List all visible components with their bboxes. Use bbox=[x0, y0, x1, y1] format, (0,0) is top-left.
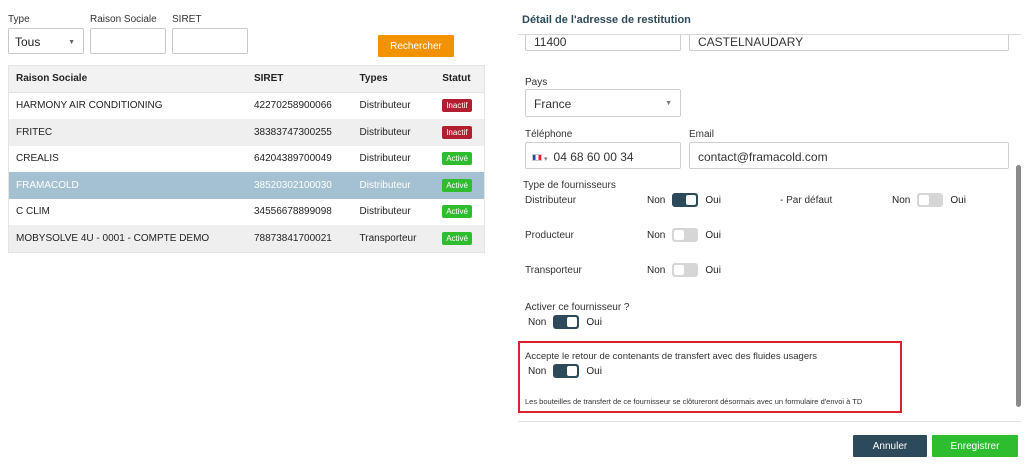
cell-type: Distributeur bbox=[359, 206, 411, 218]
raison-sociale-filter-label: Raison Sociale bbox=[90, 14, 157, 25]
producteur-label: Producteur bbox=[525, 230, 574, 241]
par-defaut-toggle-group: Non Oui bbox=[892, 192, 966, 208]
cell-siret: 78873841700021 bbox=[253, 232, 332, 244]
suppliers-table: Raison Sociale SIRET Types Statut HARMON… bbox=[8, 65, 485, 253]
city-field[interactable]: CASTELNAUDARY bbox=[689, 35, 1009, 51]
telephone-field[interactable]: ▾ 04 68 60 00 34 bbox=[525, 142, 681, 169]
pays-value: France bbox=[534, 97, 572, 111]
cell-siret: 42270258900066 bbox=[253, 100, 332, 112]
cell-type: Distributeur bbox=[359, 179, 411, 191]
column-header-statut[interactable]: Statut bbox=[434, 73, 484, 84]
cell-raison-sociale: CREALIS bbox=[16, 153, 59, 165]
telephone-label: Téléphone bbox=[525, 129, 573, 140]
transporteur-label: Transporteur bbox=[525, 265, 582, 276]
telephone-value: 04 68 60 00 34 bbox=[553, 150, 634, 164]
siret-filter-label: SIRET bbox=[172, 14, 202, 25]
status-badge: Activé bbox=[442, 205, 472, 219]
column-header-siret[interactable]: SIRET bbox=[247, 73, 353, 84]
cell-siret: 38520302100030 bbox=[253, 179, 332, 191]
type-filter-value: Tous bbox=[15, 35, 41, 49]
pays-label: Pays bbox=[525, 77, 548, 88]
distributeur-label: Distributeur bbox=[525, 195, 577, 206]
pays-select[interactable]: France ▼ bbox=[525, 89, 681, 117]
toggle-oui-label: Oui bbox=[586, 316, 602, 328]
supplier-type-label: Type de fournisseurs bbox=[523, 180, 616, 191]
filters-bar: Type Tous ▼ Raison Sociale SIRET Recherc… bbox=[8, 14, 488, 57]
activate-supplier-toggle[interactable] bbox=[553, 315, 580, 329]
table-row[interactable]: FRITEC 38383747300255 Distributeur Inact… bbox=[9, 119, 484, 146]
cell-type: Distributeur bbox=[359, 126, 411, 138]
cell-siret: 34556678899098 bbox=[253, 206, 332, 218]
toggle-non-label: Non bbox=[647, 264, 666, 276]
raison-sociale-filter-input[interactable] bbox=[90, 28, 166, 54]
panel-bottom-divider bbox=[518, 421, 1021, 422]
table-row[interactable]: C CLIM 34556678899098 Distributeur Activ… bbox=[9, 198, 484, 225]
toggle-oui-label: Oui bbox=[705, 194, 721, 206]
panel-title: Détail de l'adresse de restitution bbox=[522, 14, 691, 26]
status-badge: Inactif bbox=[442, 99, 472, 113]
email-value: contact@framacold.com bbox=[698, 150, 828, 164]
table-row[interactable]: CREALIS 64204389700049 Distributeur Acti… bbox=[9, 145, 484, 172]
table-header-row: Raison Sociale SIRET Types Statut bbox=[9, 66, 484, 93]
cell-raison-sociale: C CLIM bbox=[16, 206, 50, 218]
cell-type: Distributeur bbox=[359, 153, 411, 165]
par-defaut-toggle[interactable] bbox=[917, 193, 944, 207]
chevron-down-icon: ▾ bbox=[544, 156, 548, 163]
toggle-oui-label: Oui bbox=[950, 194, 966, 206]
cell-raison-sociale: FRITEC bbox=[16, 126, 53, 138]
postal-code-value: 11400 bbox=[534, 35, 567, 49]
distributeur-toggle[interactable] bbox=[672, 193, 699, 207]
toggle-oui-label: Oui bbox=[705, 229, 721, 241]
highlight-box bbox=[518, 341, 902, 413]
postal-code-field[interactable]: 11400 bbox=[525, 35, 681, 51]
transporteur-toggle-group: Non Oui bbox=[647, 262, 721, 278]
producteur-toggle[interactable] bbox=[672, 228, 699, 242]
france-flag-icon[interactable] bbox=[532, 154, 542, 162]
cell-raison-sociale: FRAMACOLD bbox=[16, 179, 79, 191]
toggle-non-label: Non bbox=[892, 194, 911, 206]
cell-type: Transporteur bbox=[359, 232, 417, 244]
chevron-down-icon: ▼ bbox=[68, 39, 75, 46]
toggle-non-label: Non bbox=[647, 229, 666, 241]
cell-type: Distributeur bbox=[359, 100, 411, 112]
table-row-selected[interactable]: FRAMACOLD 38520302100030 Distributeur Ac… bbox=[9, 172, 484, 199]
table-row[interactable]: HARMONY AIR CONDITIONING 42270258900066 … bbox=[9, 92, 484, 119]
city-value: CASTELNAUDARY bbox=[698, 35, 804, 49]
transporteur-toggle[interactable] bbox=[672, 263, 699, 277]
email-field[interactable]: contact@framacold.com bbox=[689, 142, 1009, 169]
chevron-down-icon: ▼ bbox=[665, 100, 672, 107]
siret-filter-input[interactable] bbox=[172, 28, 248, 54]
distributeur-toggle-group: Non Oui bbox=[647, 192, 721, 208]
cell-raison-sociale: HARMONY AIR CONDITIONING bbox=[16, 100, 163, 112]
cancel-button[interactable]: Annuler bbox=[853, 435, 927, 457]
par-defaut-label: - Par défaut bbox=[780, 195, 833, 206]
cell-raison-sociale: MOBYSOLVE 4U - 0001 - COMPTE DEMO bbox=[16, 232, 210, 244]
activate-supplier-label: Activer ce fournisseur ? bbox=[525, 302, 630, 313]
activate-toggle-group: Non Oui bbox=[528, 314, 602, 330]
panel-scrollbar[interactable] bbox=[1016, 165, 1021, 407]
save-button[interactable]: Enregistrer bbox=[932, 435, 1018, 457]
column-header-types[interactable]: Types bbox=[353, 73, 435, 84]
producteur-toggle-group: Non Oui bbox=[647, 227, 721, 243]
column-header-raison-sociale[interactable]: Raison Sociale bbox=[9, 73, 247, 84]
table-row[interactable]: MOBYSOLVE 4U - 0001 - COMPTE DEMO 788738… bbox=[9, 225, 484, 252]
status-badge: Activé bbox=[442, 152, 472, 166]
status-badge: Activé bbox=[442, 178, 472, 192]
toggle-oui-label: Oui bbox=[705, 264, 721, 276]
status-badge: Activé bbox=[442, 231, 472, 245]
type-filter-label: Type bbox=[8, 14, 30, 25]
toggle-non-label: Non bbox=[528, 316, 547, 328]
email-label: Email bbox=[689, 129, 715, 140]
status-badge: Inactif bbox=[442, 125, 472, 139]
cell-siret: 38383747300255 bbox=[253, 126, 332, 138]
type-filter-select[interactable]: Tous ▼ bbox=[8, 28, 84, 54]
toggle-non-label: Non bbox=[647, 194, 666, 206]
search-button[interactable]: Rechercher bbox=[378, 35, 454, 57]
cell-siret: 64204389700049 bbox=[253, 153, 332, 165]
